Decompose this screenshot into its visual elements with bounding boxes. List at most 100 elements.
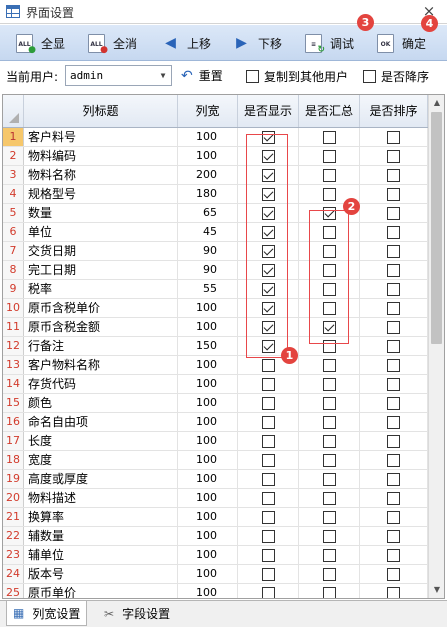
sort-checkbox[interactable] bbox=[387, 245, 400, 258]
scroll-up-icon[interactable]: ▲ bbox=[429, 95, 444, 111]
sum-checkbox[interactable] bbox=[322, 549, 336, 562]
sort-checkbox-cell[interactable] bbox=[360, 185, 428, 203]
row-number[interactable]: 23 bbox=[3, 546, 24, 564]
sort-checkbox-cell[interactable] bbox=[360, 451, 428, 469]
clear-all-button[interactable]: ALL ● 全消 bbox=[88, 31, 137, 55]
sum-checkbox[interactable] bbox=[322, 587, 336, 598]
debug-button[interactable]: ≡ ↻ 调试 bbox=[305, 31, 354, 55]
column-width-cell[interactable]: 100 bbox=[178, 318, 238, 336]
sort-checkbox[interactable] bbox=[387, 283, 400, 296]
sum-checkbox[interactable] bbox=[322, 416, 336, 429]
sum-checkbox[interactable] bbox=[322, 473, 336, 486]
sort-checkbox-cell[interactable] bbox=[360, 166, 428, 184]
sum-checkbox-cell[interactable] bbox=[299, 584, 360, 598]
sort-checkbox[interactable] bbox=[387, 435, 400, 448]
column-width-cell[interactable]: 100 bbox=[178, 508, 238, 526]
move-down-button[interactable]: ▶ 下移 bbox=[233, 31, 282, 55]
copy-to-others-box[interactable] bbox=[246, 70, 259, 83]
column-title-cell[interactable]: 客户料号 bbox=[24, 128, 178, 146]
ok-button[interactable]: OK 确定 bbox=[377, 31, 426, 55]
header-show[interactable]: 是否显示 bbox=[238, 95, 299, 127]
row-number[interactable]: 9 bbox=[3, 280, 24, 298]
show-checkbox[interactable] bbox=[261, 397, 275, 410]
row-number[interactable]: 1 bbox=[3, 128, 24, 146]
table-row[interactable]: 1 客户料号 100 bbox=[3, 128, 428, 147]
sort-checkbox[interactable] bbox=[387, 397, 400, 410]
table-row[interactable]: 13 客户物料名称 100 bbox=[3, 356, 428, 375]
column-title-cell[interactable]: 原币单价 bbox=[24, 584, 178, 598]
sum-checkbox[interactable] bbox=[322, 131, 336, 144]
sort-checkbox-cell[interactable] bbox=[360, 147, 428, 165]
sort-checkbox[interactable] bbox=[387, 473, 400, 486]
table-row[interactable]: 17 长度 100 bbox=[3, 432, 428, 451]
sum-checkbox-cell[interactable] bbox=[299, 147, 360, 165]
row-number[interactable]: 6 bbox=[3, 223, 24, 241]
show-checkbox-cell[interactable] bbox=[238, 413, 299, 431]
sum-checkbox-cell[interactable] bbox=[299, 394, 360, 412]
show-checkbox-cell[interactable] bbox=[238, 451, 299, 469]
table-row[interactable]: 23 辅单位 100 bbox=[3, 546, 428, 565]
table-row[interactable]: 2 物料编码 100 bbox=[3, 147, 428, 166]
sort-checkbox-cell[interactable] bbox=[360, 128, 428, 146]
column-title-cell[interactable]: 存货代码 bbox=[24, 375, 178, 393]
column-width-cell[interactable]: 90 bbox=[178, 261, 238, 279]
column-title-cell[interactable]: 交货日期 bbox=[24, 242, 178, 260]
table-row[interactable]: 6 单位 45 bbox=[3, 223, 428, 242]
sort-checkbox[interactable] bbox=[387, 188, 400, 201]
show-checkbox[interactable] bbox=[261, 435, 275, 448]
column-width-cell[interactable]: 100 bbox=[178, 413, 238, 431]
reset-button[interactable]: ↶ 重置 bbox=[181, 67, 223, 84]
sort-checkbox-cell[interactable] bbox=[360, 413, 428, 431]
column-width-cell[interactable]: 100 bbox=[178, 489, 238, 507]
sort-checkbox[interactable] bbox=[387, 378, 400, 391]
row-number[interactable]: 21 bbox=[3, 508, 24, 526]
sort-checkbox[interactable] bbox=[387, 207, 400, 220]
column-title-cell[interactable]: 换算率 bbox=[24, 508, 178, 526]
row-number[interactable]: 25 bbox=[3, 584, 24, 598]
column-title-cell[interactable]: 单位 bbox=[24, 223, 178, 241]
table-row[interactable]: 8 完工日期 90 bbox=[3, 261, 428, 280]
show-checkbox[interactable] bbox=[261, 492, 275, 505]
row-number[interactable]: 16 bbox=[3, 413, 24, 431]
sort-checkbox-cell[interactable] bbox=[360, 223, 428, 241]
column-title-cell[interactable]: 原币含税金额 bbox=[24, 318, 178, 336]
sort-checkbox-cell[interactable] bbox=[360, 565, 428, 583]
sum-checkbox[interactable] bbox=[322, 435, 336, 448]
row-number[interactable]: 13 bbox=[3, 356, 24, 374]
table-row[interactable]: 11 原币含税金额 100 bbox=[3, 318, 428, 337]
show-checkbox[interactable] bbox=[261, 568, 275, 581]
show-checkbox[interactable] bbox=[261, 473, 275, 486]
table-row[interactable]: 5 数量 65 bbox=[3, 204, 428, 223]
sort-checkbox[interactable] bbox=[387, 549, 400, 562]
row-number[interactable]: 17 bbox=[3, 432, 24, 450]
sum-checkbox-cell[interactable] bbox=[299, 413, 360, 431]
sort-checkbox-cell[interactable] bbox=[360, 489, 428, 507]
table-row[interactable]: 7 交货日期 90 bbox=[3, 242, 428, 261]
descending-checkbox[interactable]: 是否降序 bbox=[363, 68, 429, 85]
sort-checkbox-cell[interactable] bbox=[360, 204, 428, 222]
row-number[interactable]: 11 bbox=[3, 318, 24, 336]
show-checkbox-cell[interactable] bbox=[238, 584, 299, 598]
header-sum[interactable]: 是否汇总 bbox=[299, 95, 360, 127]
column-title-cell[interactable]: 辅单位 bbox=[24, 546, 178, 564]
row-number[interactable]: 5 bbox=[3, 204, 24, 222]
column-title-cell[interactable]: 行备注 bbox=[24, 337, 178, 355]
column-title-cell[interactable]: 数量 bbox=[24, 204, 178, 222]
table-row[interactable]: 14 存货代码 100 bbox=[3, 375, 428, 394]
column-width-cell[interactable]: 100 bbox=[178, 375, 238, 393]
sum-checkbox[interactable] bbox=[322, 378, 336, 391]
sum-checkbox[interactable] bbox=[322, 454, 336, 467]
table-row[interactable]: 25 原币单价 100 bbox=[3, 584, 428, 598]
sort-checkbox-cell[interactable] bbox=[360, 527, 428, 545]
sort-checkbox[interactable] bbox=[387, 530, 400, 543]
current-user-select[interactable]: admin ▼ bbox=[65, 65, 172, 86]
show-checkbox[interactable] bbox=[261, 549, 275, 562]
sort-checkbox-cell[interactable] bbox=[360, 584, 428, 598]
column-width-cell[interactable]: 100 bbox=[178, 394, 238, 412]
table-row[interactable]: 10 原币含税单价 100 bbox=[3, 299, 428, 318]
row-number[interactable]: 12 bbox=[3, 337, 24, 355]
sort-checkbox[interactable] bbox=[387, 131, 400, 144]
tab-column-width-settings[interactable]: ▦ 列宽设置 bbox=[6, 601, 88, 626]
sort-checkbox[interactable] bbox=[387, 340, 400, 353]
show-checkbox-cell[interactable] bbox=[238, 527, 299, 545]
